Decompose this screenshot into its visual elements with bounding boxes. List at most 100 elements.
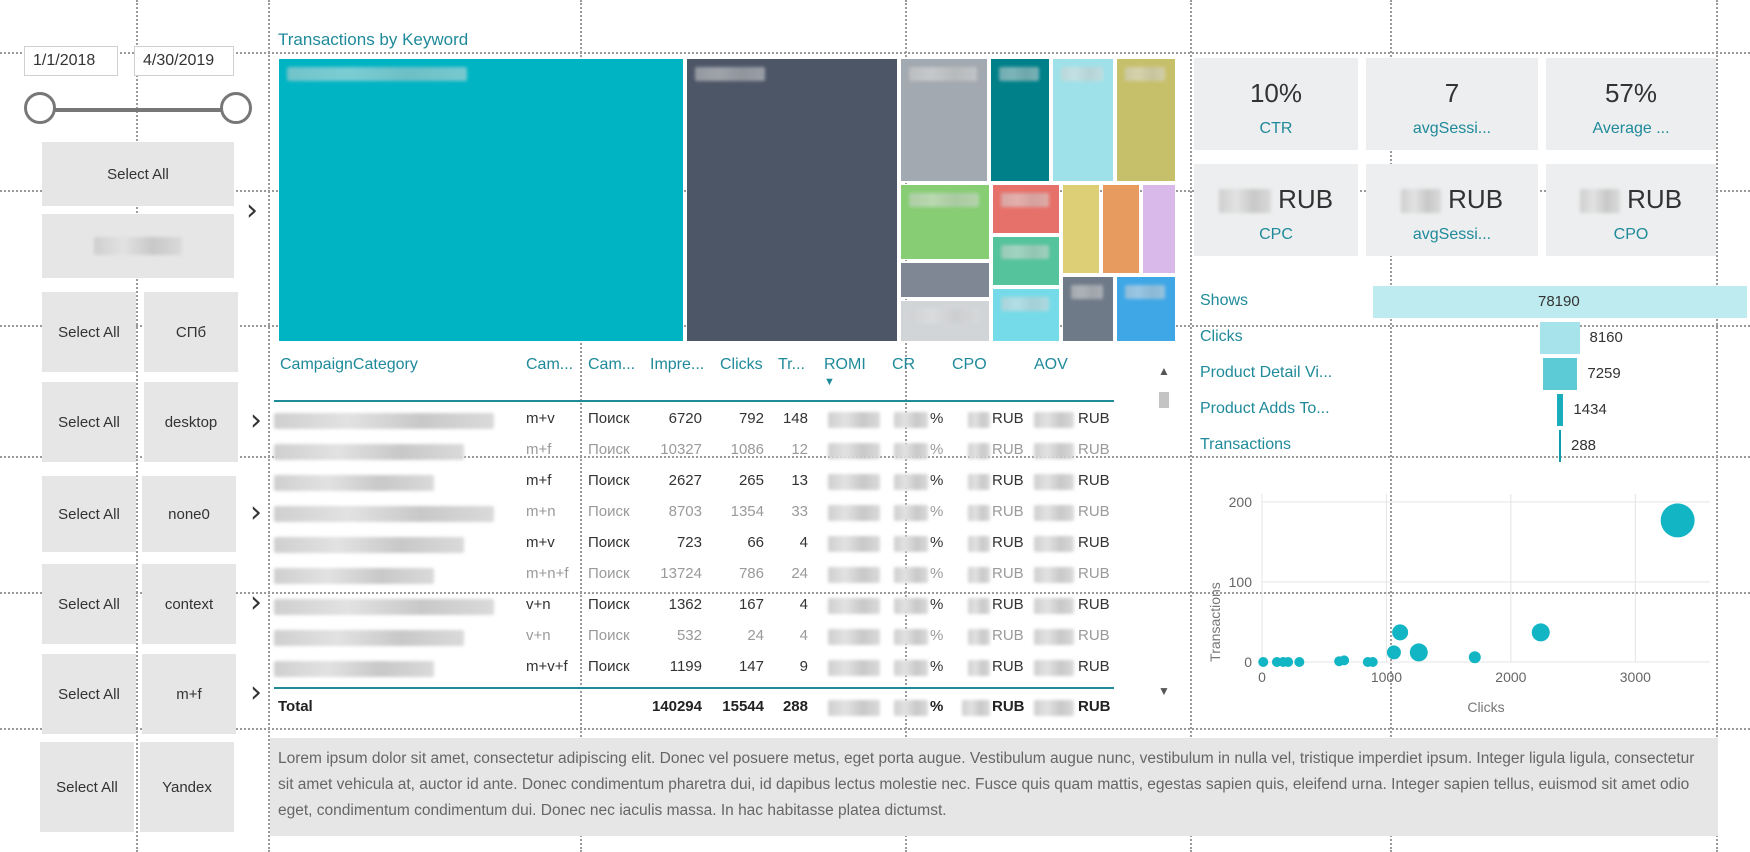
scatter-point[interactable] bbox=[1367, 657, 1378, 667]
chevron-right-icon[interactable]: › bbox=[250, 588, 262, 618]
column-header-cr[interactable]: CR bbox=[892, 356, 915, 374]
slicer-value-tile[interactable]: Yandex bbox=[140, 742, 234, 832]
romi-redacted bbox=[828, 660, 880, 676]
scatter-point[interactable] bbox=[1468, 651, 1481, 664]
slicer-select-all-tile[interactable]: Select All bbox=[40, 742, 134, 832]
cpo-redacted bbox=[968, 443, 990, 459]
column-header-cpo[interactable]: CPO bbox=[952, 356, 987, 374]
slicer-select-all-tile[interactable]: Select All bbox=[42, 382, 136, 462]
date-range-track[interactable] bbox=[40, 108, 238, 112]
scatter-point[interactable] bbox=[1294, 657, 1305, 667]
funnel-stage-bar[interactable] bbox=[1559, 430, 1561, 462]
slicer-select-all-tile[interactable]: Select All bbox=[42, 564, 136, 644]
table-row[interactable]: m+f Поиск 10327 1086 12% RUB RUB bbox=[274, 441, 1114, 469]
slicer-select-all-tile[interactable]: Select All bbox=[42, 654, 136, 734]
treemap-tile[interactable] bbox=[1062, 184, 1100, 274]
transactions-cell: 12 bbox=[791, 441, 808, 458]
column-header-romi[interactable]: ROMI bbox=[824, 356, 866, 374]
column-header-impressions[interactable]: Impre... bbox=[650, 356, 704, 374]
date-end-handle[interactable] bbox=[220, 92, 252, 124]
scatter-x-axis-label: Clicks bbox=[1467, 699, 1504, 715]
column-header-aov[interactable]: AOV bbox=[1034, 356, 1068, 374]
column-header-campaign-match[interactable]: Cam... bbox=[526, 356, 573, 374]
table-row[interactable]: v+n Поиск 532 24 4% RUB RUB bbox=[274, 627, 1114, 655]
treemap-tile[interactable] bbox=[1116, 58, 1176, 182]
table-row[interactable]: m+v+f Поиск 1199 147 9% RUB RUB bbox=[274, 658, 1114, 686]
treemap-tile[interactable] bbox=[1116, 276, 1176, 342]
column-header-transactions[interactable]: Tr... bbox=[778, 356, 805, 374]
slicer-value-tile[interactable] bbox=[42, 214, 234, 278]
treemap-tile[interactable] bbox=[1102, 184, 1140, 274]
scroll-down-icon[interactable]: ▼ bbox=[1158, 684, 1170, 698]
cpo-redacted bbox=[968, 536, 990, 552]
scatter-point[interactable] bbox=[1409, 643, 1428, 662]
funnel-stage-bar[interactable] bbox=[1542, 358, 1578, 390]
chevron-right-icon[interactable]: › bbox=[250, 406, 262, 436]
table-row[interactable]: m+f Поиск 2627 265 13% RUB RUB bbox=[274, 472, 1114, 500]
slicer-value-tile[interactable]: context bbox=[142, 564, 236, 644]
scroll-up-icon[interactable]: ▲ bbox=[1158, 364, 1170, 378]
aov-redacted bbox=[1034, 660, 1074, 676]
scatter-point[interactable] bbox=[1392, 624, 1409, 641]
slicer-select-all-tile[interactable]: Select All bbox=[42, 476, 136, 552]
cpo-unit: RUB bbox=[992, 410, 1024, 427]
treemap-tile[interactable] bbox=[278, 58, 684, 342]
slicer-select-all-tile[interactable]: Select All bbox=[42, 142, 234, 206]
slicer-value-tile[interactable]: desktop bbox=[144, 382, 238, 462]
treemap-tile[interactable] bbox=[900, 58, 988, 182]
impressions-cell: 1199 bbox=[669, 658, 702, 675]
table-row[interactable]: v+n Поиск 1362 167 4% RUB RUB bbox=[274, 596, 1114, 624]
treemap-tile[interactable] bbox=[1062, 276, 1114, 342]
scatter-point[interactable] bbox=[1339, 655, 1350, 666]
date-start-handle[interactable] bbox=[24, 92, 56, 124]
match-type-cell: m+n+f bbox=[526, 565, 569, 582]
treemap-tile[interactable] bbox=[900, 262, 990, 298]
table-scrollbar[interactable]: ▲ ▼ bbox=[1158, 364, 1170, 704]
scatter-point[interactable] bbox=[1386, 645, 1401, 660]
aov-unit: RUB bbox=[1078, 627, 1110, 644]
chevron-right-icon[interactable]: › bbox=[250, 678, 262, 708]
funnel-stage-value: 8160 bbox=[1589, 329, 1623, 346]
scatter-point[interactable] bbox=[1660, 503, 1695, 538]
date-start-input[interactable]: 1/1/2018 bbox=[24, 46, 118, 76]
table-row[interactable]: m+v Поиск 723 66 4% RUB RUB bbox=[274, 534, 1114, 562]
treemap-tile[interactable] bbox=[992, 236, 1060, 286]
treemap-tile[interactable] bbox=[900, 184, 990, 260]
campaign-category-redacted bbox=[274, 661, 434, 677]
chevron-right-icon[interactable]: › bbox=[246, 196, 258, 226]
table-row[interactable]: m+n Поиск 8703 1354 33% RUB RUB bbox=[274, 503, 1114, 531]
treemap-tile[interactable] bbox=[1142, 184, 1176, 274]
funnel-stage-label: Product Adds To... bbox=[1200, 400, 1330, 417]
scatter-point[interactable] bbox=[1283, 657, 1294, 667]
scatter-chart: Transactions Clicks 01002000 1000 2000 3000 bbox=[1207, 494, 1710, 715]
column-header-clicks[interactable]: Clicks bbox=[720, 356, 763, 374]
cr-unit: % bbox=[930, 472, 944, 489]
slicer-value-tile[interactable]: СПб bbox=[144, 292, 238, 372]
table-row[interactable]: m+n+f Поиск 13724 786 24% RUB RUB bbox=[274, 565, 1114, 593]
treemap-chart bbox=[278, 58, 1176, 342]
slicer-value-tile[interactable]: none0 bbox=[142, 476, 236, 552]
scatter-point[interactable] bbox=[1531, 623, 1550, 642]
slicer-select-all-tile[interactable]: Select All bbox=[42, 292, 136, 372]
column-header-campaign-type[interactable]: Cam... bbox=[588, 356, 635, 374]
match-type-cell: v+n bbox=[526, 596, 551, 613]
treemap-tile[interactable] bbox=[990, 58, 1050, 182]
treemap-tile[interactable] bbox=[686, 58, 898, 342]
date-end-input[interactable]: 4/30/2019 bbox=[134, 46, 234, 76]
column-header-campaign-category[interactable]: CampaignCategory bbox=[280, 356, 418, 374]
funnel-stage-bar[interactable] bbox=[1556, 394, 1564, 426]
slicer-value-tile[interactable]: m+f bbox=[142, 654, 236, 734]
scatter-point[interactable] bbox=[1258, 657, 1269, 667]
treemap-tile[interactable] bbox=[992, 184, 1060, 234]
scroll-thumb[interactable] bbox=[1159, 392, 1169, 408]
treemap-tile-label-redacted bbox=[1001, 245, 1049, 259]
total-divider bbox=[274, 687, 1114, 689]
treemap-title: Transactions by Keyword bbox=[278, 30, 469, 49]
table-row[interactable]: m+v Поиск 6720 792 148% RUB RUB bbox=[274, 410, 1114, 438]
funnel-stage-bar[interactable] bbox=[1540, 322, 1580, 354]
treemap-tile[interactable] bbox=[900, 300, 990, 342]
treemap-tile[interactable] bbox=[992, 288, 1060, 342]
sort-desc-icon[interactable]: ▼ bbox=[824, 376, 835, 388]
treemap-tile[interactable] bbox=[1052, 58, 1114, 182]
chevron-right-icon[interactable]: › bbox=[250, 498, 262, 528]
